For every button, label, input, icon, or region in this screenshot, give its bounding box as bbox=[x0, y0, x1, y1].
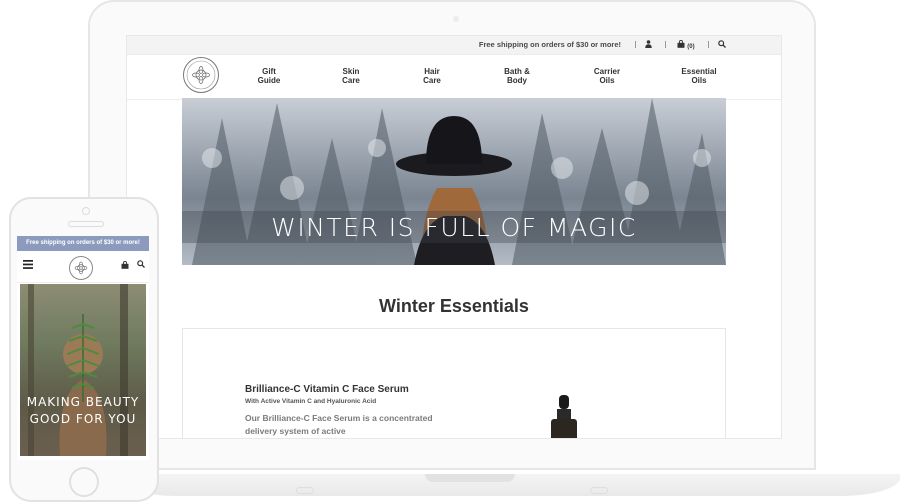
product-subtitle: With Active Vitamin C and Hyaluronic Aci… bbox=[245, 398, 377, 405]
user-icon[interactable] bbox=[645, 40, 652, 51]
product-name[interactable]: Brilliance-C Vitamin C Face Serum bbox=[245, 384, 409, 395]
nav-label: Guide bbox=[257, 75, 281, 85]
product-card[interactable]: Brilliance-C Vitamin C Face Serum With A… bbox=[182, 328, 726, 438]
main-nav: Gift Guide Skin Care Hair Care Bath & Body C… bbox=[127, 55, 781, 100]
phone-camera bbox=[82, 207, 90, 215]
cart-link[interactable]: (0) bbox=[677, 39, 695, 52]
separator bbox=[665, 41, 666, 48]
nav-label: Oils bbox=[691, 75, 707, 85]
nav-carrier-oils[interactable]: Carrier Oils bbox=[577, 67, 637, 85]
separator bbox=[635, 41, 636, 48]
hero-headline: WINTER IS FULL OF MAGIC bbox=[271, 213, 637, 242]
mobile-shipping-banner: Free shipping on orders of $30 or more! bbox=[17, 236, 149, 251]
mobile-screen: Free shipping on orders of $30 or more! bbox=[17, 236, 149, 460]
laptop-camera bbox=[453, 16, 459, 22]
nav-skin-care[interactable]: Skin Care bbox=[321, 67, 381, 85]
search-icon[interactable] bbox=[718, 40, 726, 51]
phone-speaker bbox=[68, 221, 104, 227]
separator bbox=[708, 41, 709, 48]
top-bar: Free shipping on orders of $30 or more! … bbox=[127, 36, 781, 55]
cart-count: (0) bbox=[687, 44, 695, 50]
mobile-hero-banner[interactable]: MAKING BEAUTY GOOD FOR YOU bbox=[20, 284, 146, 456]
shipping-banner: Free shipping on orders of $30 or more! bbox=[478, 40, 621, 49]
desktop-screen: Free shipping on orders of $30 or more! … bbox=[126, 35, 782, 439]
mobile-hero-image bbox=[28, 284, 128, 456]
serum-bottle-image bbox=[551, 395, 577, 438]
bag-icon[interactable] bbox=[121, 260, 129, 271]
hero-banner[interactable]: WINTER IS FULL OF MAGIC bbox=[182, 98, 726, 265]
laptop-foot bbox=[590, 487, 608, 494]
nav-label: Body bbox=[507, 75, 527, 85]
phone-home-button bbox=[69, 467, 99, 497]
brand-logo[interactable] bbox=[183, 57, 219, 93]
section-title: Winter Essentials bbox=[379, 296, 529, 316]
nav-hair-care[interactable]: Hair Care bbox=[402, 67, 462, 85]
nav-label: Care bbox=[342, 75, 360, 85]
nav-label: Oils bbox=[599, 75, 615, 85]
nav-bath-body[interactable]: Bath & Body bbox=[487, 67, 547, 85]
laptop-notch bbox=[425, 474, 515, 482]
search-icon[interactable] bbox=[137, 260, 145, 270]
nav-gift-guide[interactable]: Gift Guide bbox=[239, 67, 299, 85]
nav-essential-oils[interactable]: Essential Oils bbox=[669, 67, 729, 85]
brand-logo[interactable] bbox=[69, 256, 93, 280]
hero-line: MAKING BEAUTY bbox=[26, 395, 140, 409]
mobile-hero-headline: MAKING BEAUTY GOOD FOR YOU bbox=[20, 394, 146, 428]
mobile-nav bbox=[17, 252, 149, 283]
product-description: Our Brilliance-C Face Serum is a concent… bbox=[245, 413, 433, 436]
hero-line: GOOD FOR YOU bbox=[29, 412, 137, 426]
laptop-foot bbox=[296, 487, 314, 494]
hamburger-icon[interactable] bbox=[23, 259, 33, 271]
nav-label: Care bbox=[423, 75, 441, 85]
bag-icon bbox=[677, 39, 685, 48]
